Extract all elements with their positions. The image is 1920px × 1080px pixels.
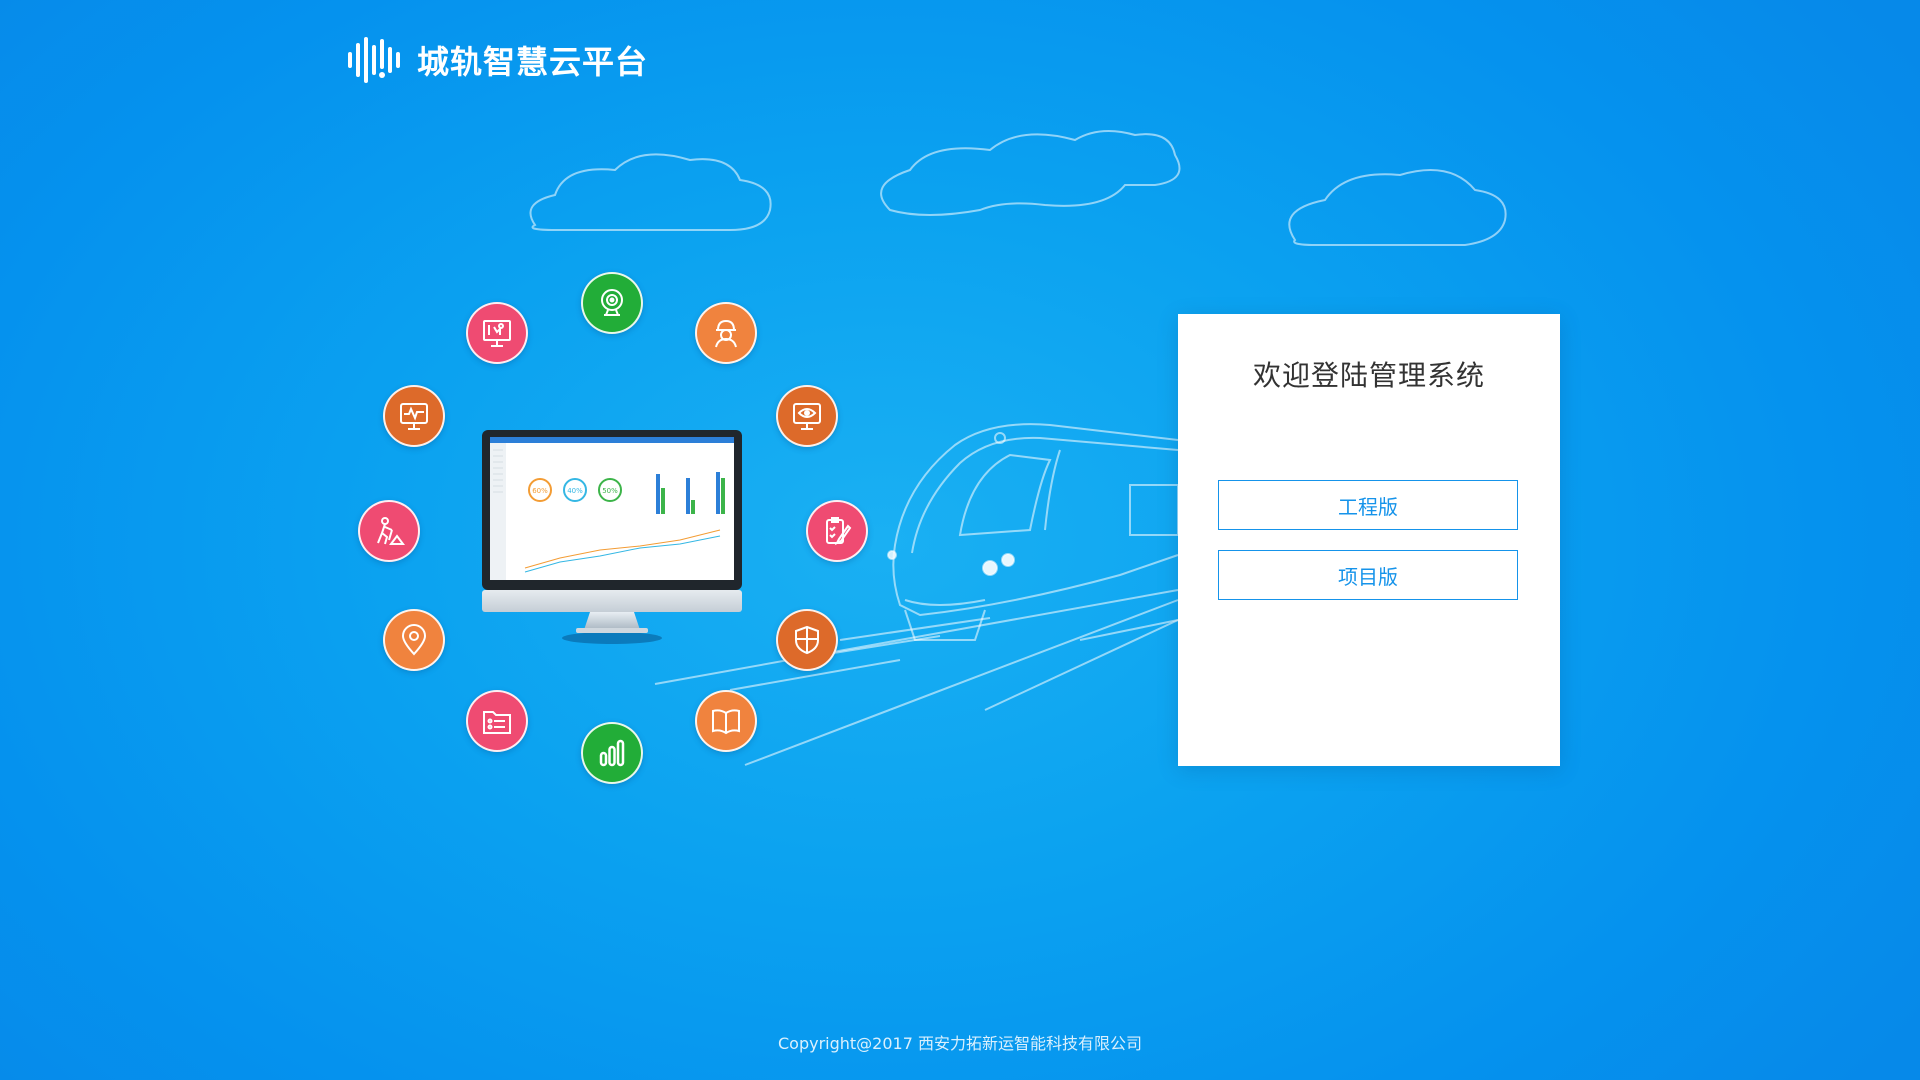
copyright-text: Copyright@2017 西安力拓新运智能科技有限公司: [778, 1034, 1142, 1053]
login-panel: 欢迎登陆管理系统 工程版 项目版: [1178, 314, 1560, 766]
webcam-icon: [581, 272, 643, 334]
gauge-label-2: 40%: [567, 487, 583, 495]
gauge-label-3: 50%: [602, 487, 618, 495]
dashboard-monitor: 60% 40% 50%: [482, 430, 742, 644]
cloud-right: [1288, 169, 1507, 246]
bar-chart-icon: [581, 722, 643, 784]
book-icon: [695, 690, 757, 752]
project-edition-button[interactable]: 项目版: [1218, 550, 1518, 600]
folder-list-icon: [466, 690, 528, 752]
monitor-pulse-icon: [383, 385, 445, 447]
background-illustration: [529, 130, 1507, 766]
train-outline: [892, 423, 1179, 617]
worker-digging-icon: [358, 500, 420, 562]
presentation-board-icon: [466, 302, 528, 364]
engineering-edition-button[interactable]: 工程版: [1218, 480, 1518, 530]
map-pin-icon: [383, 609, 445, 671]
clipboard-edit-icon: [806, 500, 868, 562]
welcome-title: 欢迎登陆管理系统: [1252, 359, 1485, 392]
shield-icon: [776, 609, 838, 671]
gauge-label-1: 60%: [532, 487, 548, 495]
monitor-eye-icon: [776, 385, 838, 447]
cloud-middle: [880, 130, 1181, 216]
construction-worker-icon: [695, 302, 757, 364]
cloud-left: [529, 153, 772, 231]
